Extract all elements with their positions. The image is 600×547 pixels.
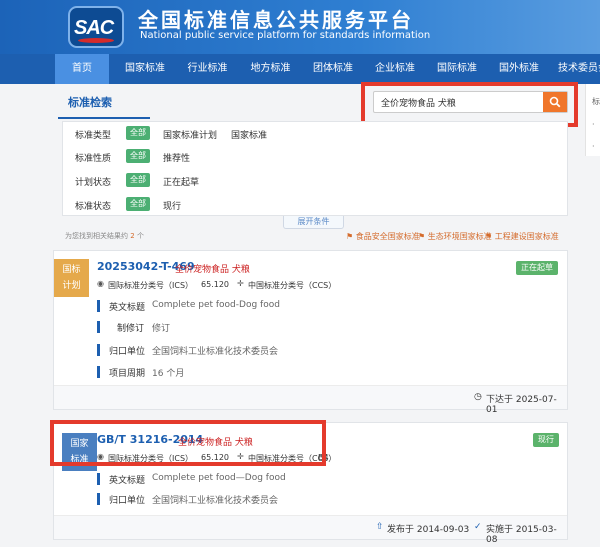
detail-row: 项目周期 16 个月 [97,365,557,379]
detail-row: 制修订 修订 [97,320,557,334]
tag-eco-env[interactable]: ⚑ 生态环境国家标准 [418,231,492,242]
issued-date: 下达于 2025-07-01 [486,395,557,415]
implemented-date: 实施于 2015-03-08 [486,525,557,545]
detail-row: 归口单位 全国饲料工业标准化技术委员会 [97,492,557,506]
filter-panel: 标准类型 全部 国家标准计划 国家标准 标准性质 全部 推荐性 计划状态 全部 … [62,121,568,216]
site-subtitle: National public service platform for sta… [140,30,431,41]
filter-option[interactable]: 国家标准 [231,128,267,141]
filter-row-nature: 标准性质 全部 推荐性 [75,149,191,164]
expand-conditions-button[interactable]: 展开条件 [283,216,344,229]
filter-all-chip[interactable]: 全部 [126,149,150,163]
nav-item-home[interactable]: 首页 [55,54,109,84]
filter-option[interactable]: 推荐性 [163,151,190,164]
highlight-result [50,420,326,466]
nav-item-committee[interactable]: 技术委员会 [550,54,600,84]
nav-item-group[interactable]: 团体标准 [302,54,364,84]
clock-icon: ◷ [474,392,482,402]
results-count: 为您找到相关结果约 2 个 [65,232,144,240]
result-card: 国标 计划 20253042-T-469 全价宠物食品 犬粮 正在起草 ◉ 国际… [53,250,568,415]
filter-row-plan-status: 计划状态 全部 正在起草 [75,173,200,188]
check-icon: ✓ [474,522,482,532]
filter-option[interactable]: 现行 [163,199,181,212]
search-title: 标准检索 [68,96,112,109]
tag-food-safety[interactable]: ⚑ 食品安全国家标准 [346,231,420,242]
upload-icon: ⇧ [376,522,384,532]
crosshair-icon: ✛ [237,279,244,288]
type-badge: 国标 计划 [54,259,89,297]
nav-item-local[interactable]: 地方标准 [239,54,302,84]
status-badge: 正在起草 [516,261,558,275]
site-header: SAC 全国标准信息公共服务平台 National public service… [0,0,600,54]
nav-item-industry[interactable]: 行业标准 [176,54,239,84]
nav-item-international[interactable]: 国际标准 [426,54,488,84]
filter-option[interactable]: 国家标准计划 [163,128,217,141]
main-nav: 首页 国家标准 行业标准 地方标准 团体标准 企业标准 国际标准 国外标准 技术… [0,54,600,84]
filter-all-chip[interactable]: 全部 [126,126,150,140]
tag-engineering[interactable]: ⚑ 工程建设国家标准 [485,231,559,242]
filter-all-chip[interactable]: 全部 [126,197,150,211]
detail-row: 英文标题 Complete pet food-Dog food [97,299,557,313]
standard-name[interactable]: 全价宠物食品 犬粮 [175,262,250,275]
filter-all-chip[interactable]: 全部 [126,173,150,187]
status-badge: 现行 [533,433,559,447]
detail-row: 英文标题 Complete pet food—Dog food [97,472,557,486]
filter-row-std-status: 标准状态 全部 现行 [75,197,182,212]
title-underline [58,117,150,119]
detail-row: 归口单位 全国饲料工业标准化技术委员会 [97,343,557,357]
site-title: 全国标准信息公共服务平台 [138,8,414,32]
published-date: 发布于 2014-09-03 [387,525,470,535]
filter-row-type: 标准类型 全部 国家标准计划 国家标准 [75,126,268,141]
globe-icon: ◉ [97,279,104,288]
nav-item-national[interactable]: 国家标准 [114,54,176,84]
side-panel: 标 · · [585,84,600,156]
card-footer: ◷ 下达于 2025-07-01 [54,385,567,415]
card-footer: ⇧ 发布于 2014-09-03 ✓ 实施于 2015-03-08 [54,515,567,545]
sac-logo[interactable]: SAC [68,6,124,48]
nav-item-foreign[interactable]: 国外标准 [488,54,550,84]
nav-item-enterprise[interactable]: 企业标准 [364,54,426,84]
filter-option[interactable]: 正在起草 [163,175,199,188]
logo-swoosh [78,38,114,43]
